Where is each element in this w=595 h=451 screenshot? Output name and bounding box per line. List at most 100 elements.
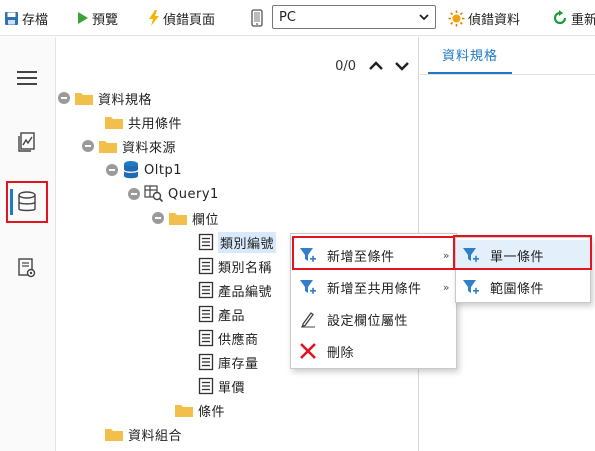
collapse-toggle-icon[interactable] xyxy=(82,140,94,152)
folder-icon xyxy=(75,93,93,105)
tree-node-label: 條件 xyxy=(198,404,226,420)
reload-label: 重新 xyxy=(571,12,595,28)
filter-add-icon xyxy=(463,280,479,294)
tree-node-label: 供應商 xyxy=(218,332,259,348)
collapse-toggle-icon[interactable] xyxy=(106,164,118,176)
tab-divider xyxy=(420,74,595,75)
settings-doc-icon xyxy=(18,258,36,278)
tree-node-label: 類別名稱 xyxy=(218,260,273,276)
tree-node-label: 資料規格 xyxy=(98,92,153,108)
tree-node-label: 共用條件 xyxy=(128,116,183,132)
tree-node-common-conditions[interactable]: 共用條件 xyxy=(104,111,182,133)
menu-item-label: 新增至條件 xyxy=(327,249,395,265)
pencil-icon xyxy=(301,312,315,328)
field-icon xyxy=(198,377,214,395)
tree-node-label: Oltp1 xyxy=(144,162,182,178)
filter-add-icon xyxy=(300,280,316,294)
preview-button[interactable]: 預覽 xyxy=(76,8,118,28)
tree-node-label: 資料組合 xyxy=(128,428,183,444)
sidebar-item-menu[interactable] xyxy=(6,57,48,99)
folder-icon xyxy=(105,429,123,441)
tree-node-field[interactable]: 類別名稱 xyxy=(198,255,272,277)
chevron-up-icon[interactable] xyxy=(367,57,385,75)
field-icon xyxy=(198,281,214,299)
sun-gear-icon xyxy=(448,10,465,26)
menu-item-label: 新增至共用條件 xyxy=(327,281,422,297)
submenu: 單一條件 範圍條件 xyxy=(455,237,591,303)
submenu-arrow: » xyxy=(442,248,450,262)
device-select[interactable]: PC xyxy=(272,5,436,29)
tree-node-field[interactable]: 產品編號 xyxy=(198,279,272,301)
pager-count: 0/0 xyxy=(335,59,356,74)
tree-node-label: 庫存量 xyxy=(218,356,259,372)
tree-node-data-combination[interactable]: 資料組合 xyxy=(104,423,182,445)
mobile-device-icon xyxy=(251,9,263,27)
tree-node-oltp1[interactable]: Oltp1 xyxy=(106,159,182,181)
field-icon xyxy=(198,233,214,251)
menu-item-delete[interactable]: 刪除 xyxy=(291,336,456,366)
menu-item-add-to-common-condition[interactable]: 新增至共用條件 » xyxy=(291,272,456,302)
query-table-icon xyxy=(144,185,164,203)
tree-node-label: 類別編號 xyxy=(218,231,277,253)
tree-node-field[interactable]: 庫存量 xyxy=(198,351,259,373)
debug-page-label: 偵錯頁面 xyxy=(163,12,216,28)
chevron-down-icon[interactable] xyxy=(393,57,411,75)
tree-node-field[interactable]: 產品 xyxy=(198,303,245,325)
folder-icon xyxy=(175,405,193,417)
collapse-toggle-icon[interactable] xyxy=(58,92,70,104)
menu-icon xyxy=(17,71,37,85)
refresh-icon xyxy=(553,10,567,25)
tab-data-spec[interactable]: 資料規格 xyxy=(428,37,513,74)
folder-icon xyxy=(169,213,187,225)
menu-item-add-to-condition[interactable]: 新增至條件 » xyxy=(291,240,456,270)
field-icon xyxy=(198,329,214,347)
chevron-down-icon xyxy=(419,14,429,21)
tree-node-field[interactable]: 供應商 xyxy=(198,327,259,349)
menu-item-label: 單一條件 xyxy=(490,249,545,265)
menu-item-label: 範圍條件 xyxy=(490,281,545,297)
save-label: 存檔 xyxy=(22,12,49,28)
folder-icon xyxy=(99,141,117,153)
sidebar-item-report[interactable] xyxy=(6,121,48,163)
toolbar: 存檔 預覽 偵錯頁面 PC 偵錯資料 重新 xyxy=(0,0,595,36)
debug-data-button[interactable]: 偵錯資料 xyxy=(448,8,520,28)
tree-node-label: 資料來源 xyxy=(122,140,177,156)
tree-node-label: 單價 xyxy=(218,380,246,396)
menu-item-label: 設定欄位屬性 xyxy=(327,313,409,329)
save-button[interactable]: 存檔 xyxy=(4,8,48,28)
collapse-toggle-icon[interactable] xyxy=(152,212,164,224)
tree-node-query1[interactable]: Query1 xyxy=(128,183,219,205)
delete-x-icon xyxy=(300,343,316,359)
folder-icon xyxy=(105,117,123,129)
submenu-arrow: » xyxy=(442,280,450,294)
tree-node-label: Query1 xyxy=(168,186,219,202)
field-icon xyxy=(198,305,214,323)
menu-item-label: 刪除 xyxy=(327,345,355,361)
sidebar xyxy=(0,37,56,451)
reload-button[interactable]: 重新 xyxy=(552,8,595,28)
menu-item-range-condition[interactable]: 範圍條件 xyxy=(456,272,590,302)
filter-add-icon xyxy=(463,248,479,262)
device-select-value: PC xyxy=(279,9,296,25)
tree-node-root[interactable]: 資料規格 xyxy=(58,87,152,109)
tree-node-label: 欄位 xyxy=(192,212,220,228)
tree-node-data-sources[interactable]: 資料來源 xyxy=(82,135,176,157)
debug-data-label: 偵錯資料 xyxy=(468,12,521,28)
context-menu: 新增至條件 » 新增至共用條件 » 設定欄位屬性 刪除 xyxy=(290,233,457,369)
debug-page-button[interactable]: 偵錯頁面 xyxy=(148,8,215,28)
collapse-toggle-icon[interactable] xyxy=(128,188,140,200)
database-icon xyxy=(18,191,36,212)
field-icon xyxy=(198,353,214,371)
tree-node-fields[interactable]: 欄位 xyxy=(152,207,219,229)
tree-node-conditions[interactable]: 條件 xyxy=(174,399,225,421)
filter-add-icon xyxy=(300,248,316,262)
menu-item-single-condition[interactable]: 單一條件 xyxy=(456,240,590,270)
preview-label: 預覽 xyxy=(92,12,119,28)
sidebar-item-data[interactable] xyxy=(6,181,48,223)
tree-node-field[interactable]: 單價 xyxy=(198,375,245,397)
tree-node-label: 產品 xyxy=(218,308,246,324)
tree-node-field[interactable]: 類別編號 xyxy=(198,231,277,253)
field-icon xyxy=(198,257,214,275)
menu-item-set-field-properties[interactable]: 設定欄位屬性 xyxy=(291,304,456,334)
sidebar-item-settings[interactable] xyxy=(6,247,48,289)
